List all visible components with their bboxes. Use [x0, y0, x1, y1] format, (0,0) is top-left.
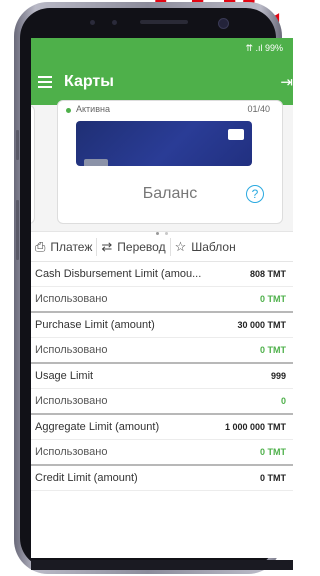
app-screen: ⇈ .ıl 99% Карты ⇥ 5 Активна 01/40 Баланс…	[31, 38, 293, 558]
limit-label: Usage Limit	[35, 370, 94, 382]
limit-label: Aggregate Limit (amount)	[35, 421, 160, 433]
bank-card-image	[76, 121, 252, 166]
pager-dot	[165, 232, 168, 235]
used-row: Использовано 0 ТМТ	[31, 440, 293, 466]
used-value: 0 ТМТ	[260, 345, 286, 355]
limits-list: Cash Disbursement Limit (amou... 808 ТМТ…	[31, 262, 293, 491]
limit-row-credit: Credit Limit (amount) 0 ТМТ	[31, 466, 293, 491]
payment-icon: ⎙	[35, 238, 46, 254]
volume-button	[16, 130, 19, 160]
used-value: 0 ТМТ	[260, 447, 286, 457]
used-row: Использовано 0 ТМТ	[31, 287, 293, 313]
limit-label: Cash Disbursement Limit (amou...	[35, 268, 202, 280]
card-carousel[interactable]: 5 Активна 01/40 Баланс ?	[31, 100, 293, 235]
speaker-grille	[140, 20, 188, 24]
phone-bottom-bezel	[31, 560, 293, 570]
limit-value: 0 ТМТ	[260, 473, 286, 483]
used-value: 0	[280, 396, 286, 406]
used-label: Использовано	[35, 293, 108, 305]
transfer-icon: ⇄	[101, 238, 113, 254]
sensor-dot	[112, 20, 117, 25]
star-icon: ☆	[174, 238, 187, 254]
used-label: Использовано	[35, 446, 108, 458]
help-icon[interactable]: ?	[246, 185, 264, 203]
limit-label: Credit Limit (amount)	[35, 472, 138, 484]
limit-row-aggregate: Aggregate Limit (amount) 1 000 000 ТМТ	[31, 415, 293, 440]
limit-value: 808 ТМТ	[249, 269, 286, 279]
transfer-button[interactable]: ⇄ Перевод	[97, 239, 169, 255]
used-label: Использовано	[35, 344, 108, 356]
previous-card[interactable]: 5	[31, 105, 35, 224]
page-title: Карты	[64, 73, 114, 90]
status-bar: ⇈ .ıl 99%	[31, 38, 293, 59]
payment-label: Платеж	[50, 239, 93, 254]
status-indicators: ⇈ .ıl 99%	[245, 43, 283, 53]
pager-dot	[156, 232, 159, 235]
card-chip-icon	[228, 129, 244, 140]
template-button[interactable]: ☆ Шаблон	[171, 239, 240, 255]
payment-button[interactable]: ⎙ Платеж	[31, 239, 96, 255]
limit-row-cash-disbursement: Cash Disbursement Limit (amou... 808 ТМТ	[31, 262, 293, 287]
used-label: Использовано	[35, 395, 108, 407]
app-header: Карты ⇥	[31, 59, 293, 105]
sensor-dot	[90, 20, 95, 25]
front-camera	[218, 18, 229, 29]
card-counter: 01/40	[247, 104, 270, 114]
limit-row-usage: Usage Limit 999	[31, 364, 293, 389]
limit-value: 999	[270, 371, 286, 381]
transfer-label: Перевод	[117, 239, 166, 254]
limit-row-purchase: Purchase Limit (amount) 30 000 ТМТ	[31, 313, 293, 338]
logout-icon[interactable]: ⇥	[280, 73, 293, 91]
side-button	[16, 200, 19, 260]
card-stripe	[84, 159, 108, 166]
template-label: Шаблон	[191, 239, 236, 254]
limit-label: Purchase Limit (amount)	[35, 319, 155, 331]
limit-value: 30 000 ТМТ	[237, 320, 286, 330]
used-row: Использовано 0	[31, 389, 293, 415]
card-status: Активна	[76, 104, 110, 114]
card-panel[interactable]: Активна 01/40 Баланс ?	[57, 100, 283, 224]
limit-value: 1 000 000 ТМТ	[224, 422, 286, 432]
used-value: 0 ТМТ	[260, 294, 286, 304]
menu-icon[interactable]	[38, 73, 52, 91]
status-dot-icon	[66, 108, 71, 113]
carousel-pager	[31, 222, 293, 240]
used-row: Использовано 0 ТМТ	[31, 338, 293, 364]
